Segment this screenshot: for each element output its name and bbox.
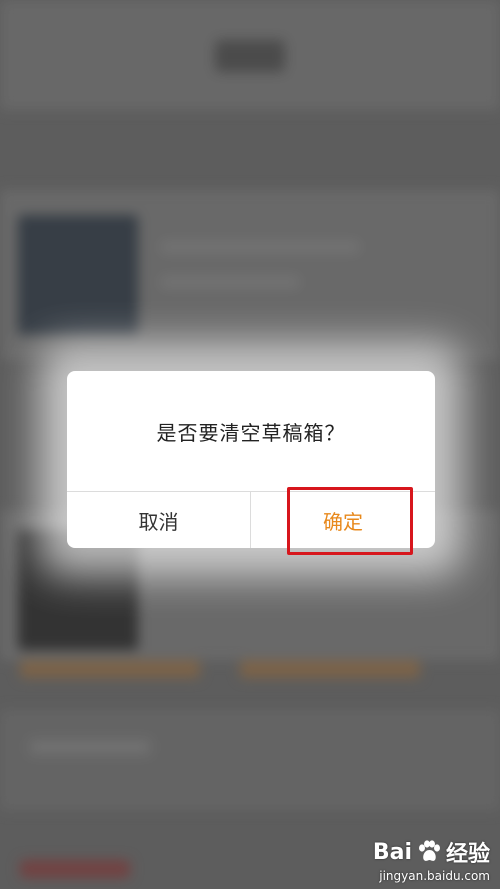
watermark-brand-part1: Bai	[372, 839, 412, 865]
watermark-logo: Bai 经验	[373, 836, 490, 868]
confirm-dialog: 是否要清空草稿箱？ 取消 确定	[67, 371, 435, 548]
paw-icon	[416, 839, 442, 865]
watermark-url: jingyan.baidu.com	[379, 869, 490, 883]
cancel-button[interactable]: 取消	[67, 492, 250, 548]
confirm-button[interactable]: 确定	[251, 492, 435, 548]
watermark: Bai 经验 jingyan.baidu.com	[373, 836, 490, 884]
screen: 是否要清空草稿箱？ 取消 确定 Bai 经验 jingyan.baidu.com	[0, 0, 500, 889]
watermark-brand-part2: 经验	[445, 842, 490, 867]
dialog-message: 是否要清空草稿箱？	[156, 420, 346, 445]
